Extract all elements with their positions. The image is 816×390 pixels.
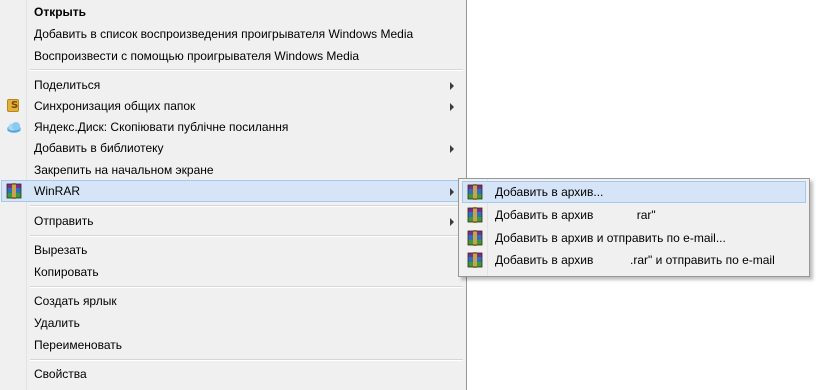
menu-item-properties[interactable]: Свойства (1, 363, 463, 385)
menu-item-share[interactable]: Поделиться (1, 74, 463, 96)
menu-item-copy[interactable]: Копировать (1, 261, 463, 283)
menu-item-label: Удалить (34, 316, 80, 330)
sync-folders-icon (7, 99, 19, 112)
menu-item-label: WinRAR (34, 184, 81, 198)
submenu-item-add-to-archive-and-email[interactable]: Добавить в архив и отправить по e-mail..… (462, 227, 806, 249)
menu-separator (30, 235, 463, 237)
menu-separator (30, 69, 463, 71)
menu-item-label: Воспроизвести с помощью проигрывателя Wi… (34, 49, 360, 63)
menu-item-label: Добавить в список воспроизведения проигр… (34, 27, 414, 41)
menu-item-open[interactable]: Открыть (1, 1, 463, 23)
menu-item-sync-shared-folders[interactable]: Синхронизация общих папок (1, 95, 463, 117)
menu-item-yandex-disk-copy-link[interactable]: Яндекс.Диск: Скопіювати публічне посилан… (1, 116, 463, 138)
menu-separator (30, 359, 463, 361)
submenu-item-add-to-archive[interactable]: Добавить в архив... (462, 181, 806, 203)
yandex-disk-cloud-icon (7, 122, 21, 133)
menu-separator (30, 286, 463, 288)
winrar-icon (467, 252, 483, 268)
menu-item-label: Синхронизация общих папок (34, 99, 196, 113)
menu-item-cut[interactable]: Вырезать (1, 239, 463, 261)
menu-item-label: Переименовать (34, 338, 122, 352)
menu-item-label: Поделиться (34, 78, 101, 92)
submenu-arrow-icon (450, 188, 454, 196)
menu-item-create-shortcut[interactable]: Создать ярлык (1, 290, 463, 312)
menu-item-send-to[interactable]: Отправить (1, 210, 463, 232)
menu-item-label: Закрепить на начальном экране (34, 163, 214, 177)
winrar-icon (6, 183, 22, 199)
submenu-arrow-icon (450, 145, 454, 153)
menu-item-add-to-library[interactable]: Добавить в библиотеку (1, 137, 463, 159)
menu-item-label: Добавить в архив .rar" и отправить по e-… (495, 253, 775, 267)
menu-item-label: Отправить (34, 214, 94, 228)
menu-item-label: Копировать (34, 265, 99, 279)
menu-item-play-with-wmp[interactable]: Воспроизвести с помощью проигрывателя Wi… (1, 45, 463, 67)
menu-item-delete[interactable]: Удалить (1, 312, 463, 334)
winrar-icon (467, 184, 483, 200)
menu-separator (30, 205, 463, 207)
winrar-icon (467, 207, 483, 223)
menu-item-label: Добавить в архив и отправить по e-mail..… (495, 231, 726, 245)
menu-item-label: Добавить в архив... (495, 185, 604, 199)
menu-item-label: Свойства (34, 367, 87, 381)
context-menu: Открыть Добавить в список воспроизведени… (0, 0, 467, 390)
winrar-submenu: Добавить в архив... Добавить в архив rar… (458, 178, 810, 277)
menu-item-add-to-wmp-playlist[interactable]: Добавить в список воспроизведения проигр… (1, 23, 463, 45)
submenu-item-add-to-named-archive-and-email[interactable]: Добавить в архив .rar" и отправить по e-… (462, 249, 806, 271)
menu-item-label: Добавить в библиотеку (34, 141, 164, 155)
winrar-icon (467, 230, 483, 246)
menu-item-label: Открыть (34, 5, 87, 19)
submenu-arrow-icon (450, 103, 454, 111)
submenu-arrow-icon (450, 218, 454, 226)
menu-item-label: Вырезать (34, 243, 88, 257)
submenu-arrow-icon (450, 82, 454, 90)
menu-item-label: Яндекс.Диск: Скопіювати публічне посилан… (34, 120, 289, 134)
menu-item-pin-to-start[interactable]: Закрепить на начальном экране (1, 159, 463, 181)
menu-item-label: Создать ярлык (34, 294, 117, 308)
menu-item-rename[interactable]: Переименовать (1, 334, 463, 356)
menu-item-label: Добавить в архив rar" (495, 208, 656, 222)
menu-item-winrar[interactable]: WinRAR (1, 180, 463, 202)
submenu-item-add-to-named-archive[interactable]: Добавить в архив rar" (462, 204, 806, 226)
